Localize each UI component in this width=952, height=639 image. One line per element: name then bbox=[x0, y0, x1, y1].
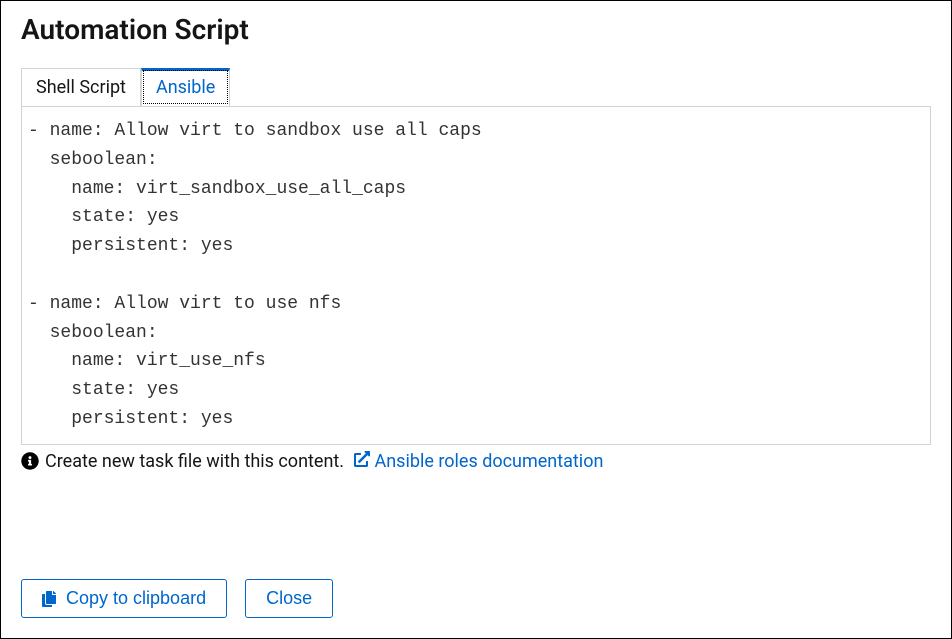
footer-buttons: Copy to clipboard Close bbox=[21, 579, 931, 618]
copy-icon bbox=[42, 591, 58, 607]
close-button[interactable]: Close bbox=[245, 579, 333, 618]
copy-to-clipboard-button[interactable]: Copy to clipboard bbox=[21, 579, 227, 618]
close-button-label: Close bbox=[266, 588, 312, 609]
tab-ansible[interactable]: Ansible bbox=[141, 68, 230, 106]
docs-link-text: Ansible roles documentation bbox=[375, 451, 604, 472]
copy-button-label: Copy to clipboard bbox=[66, 588, 206, 609]
modal-title: Automation Script bbox=[21, 13, 931, 46]
hint-text: Create new task file with this content. bbox=[45, 451, 344, 472]
ansible-docs-link[interactable]: Ansible roles documentation bbox=[350, 451, 603, 472]
tab-shell-script[interactable]: Shell Script bbox=[21, 68, 141, 106]
tabs-container: Shell Script Ansible bbox=[21, 68, 931, 106]
external-link-icon bbox=[354, 451, 370, 467]
info-icon bbox=[21, 452, 39, 470]
hint-row: Create new task file with this content. … bbox=[21, 451, 931, 472]
code-block: - name: Allow virt to sandbox use all ca… bbox=[21, 106, 931, 445]
automation-script-modal: Automation Script Shell Script Ansible -… bbox=[0, 0, 952, 639]
